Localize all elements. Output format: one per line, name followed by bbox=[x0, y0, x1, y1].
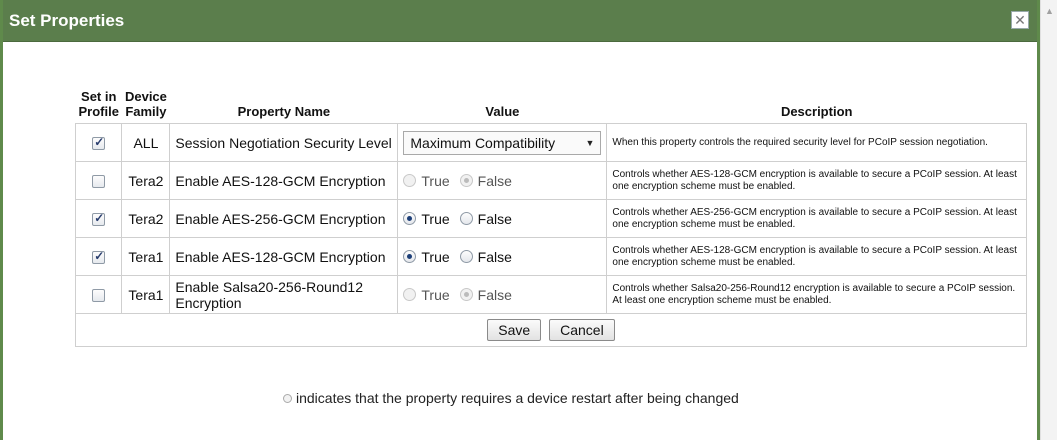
restart-indicator-icon bbox=[283, 393, 292, 403]
set-in-profile-cell bbox=[74, 237, 123, 276]
set-in-profile-checkbox[interactable] bbox=[92, 289, 106, 303]
set-in-profile-cell bbox=[74, 161, 123, 200]
save-button[interactable]: Save bbox=[487, 319, 542, 341]
property-name-cell: Enable AES-128-GCM Encryption bbox=[169, 237, 399, 276]
scroll-up-arrow-icon[interactable]: ▲ bbox=[1045, 6, 1054, 16]
value-cell: True False bbox=[397, 161, 608, 200]
header-set-in-profile-line1: Set in bbox=[81, 89, 117, 104]
footnote-text: indicates that the property requires a d… bbox=[296, 390, 739, 406]
description-cell: Controls whether Salsa20-256-Round12 enc… bbox=[606, 275, 1027, 314]
device-family-cell: Tera2 bbox=[121, 199, 171, 238]
header-property-name: Property Name bbox=[237, 104, 331, 119]
table-row: ALLSession Negotiation Security LevelMax… bbox=[74, 123, 1027, 162]
radio-true[interactable]: True bbox=[403, 286, 450, 303]
radio-true[interactable]: True bbox=[403, 248, 450, 265]
close-icon[interactable]: ✕ bbox=[1011, 11, 1029, 29]
radio-true[interactable]: True bbox=[403, 172, 450, 189]
radio-false-label: False bbox=[477, 210, 512, 227]
true-false-radio-group: True False bbox=[403, 173, 601, 189]
true-false-radio-group: True False bbox=[403, 249, 601, 265]
device-family-cell: Tera1 bbox=[121, 275, 171, 314]
radio-true-label: True bbox=[421, 286, 450, 303]
property-name-cell: Session Negotiation Security Level bbox=[169, 123, 399, 162]
set-in-profile-cell bbox=[74, 123, 123, 162]
true-false-radio-group: True False bbox=[403, 211, 601, 227]
table-row: Tera1 Enable Salsa20-256-Round12 Encrypti… bbox=[74, 275, 1027, 314]
dialog-title: Set Properties bbox=[9, 11, 125, 30]
set-in-profile-checkbox[interactable] bbox=[92, 249, 106, 265]
radio-false[interactable]: False bbox=[459, 286, 512, 303]
device-family-cell: Tera1 bbox=[121, 237, 171, 276]
radio-true-button[interactable] bbox=[403, 288, 417, 301]
radio-false-button[interactable] bbox=[459, 174, 473, 187]
property-name-cell: Enable AES-128-GCM Encryption bbox=[169, 161, 399, 200]
radio-false-label: False bbox=[477, 286, 512, 303]
true-false-radio-group: True False bbox=[403, 287, 601, 303]
set-properties-dialog: Set Properties ✕ Set in Profile Device F… bbox=[0, 0, 1040, 440]
radio-true-button[interactable] bbox=[403, 174, 417, 187]
properties-table: Set in Profile Device Family Property Na… bbox=[74, 87, 1027, 347]
value-cell: True False bbox=[397, 199, 608, 238]
device-family-cell: Tera2 bbox=[121, 161, 171, 200]
cancel-button[interactable]: Cancel bbox=[549, 319, 615, 341]
radio-false-button[interactable] bbox=[459, 212, 473, 225]
radio-false[interactable]: False bbox=[459, 210, 512, 227]
table-row: Tera1Enable AES-128-GCM Encryption True Fa… bbox=[74, 237, 1027, 276]
dialog-titlebar: Set Properties ✕ bbox=[3, 0, 1037, 42]
description-cell: Controls whether AES-128-GCM encryption … bbox=[606, 161, 1027, 200]
header-set-in-profile: Set in Profile bbox=[76, 87, 122, 124]
radio-true-label: True bbox=[421, 248, 450, 265]
radio-true-label: True bbox=[421, 172, 450, 189]
chevron-down-icon: ▼ bbox=[585, 137, 595, 148]
header-set-in-profile-line2: Profile bbox=[78, 104, 119, 119]
value-cell: True False bbox=[397, 275, 608, 314]
description-cell: Controls whether AES-256-GCM encryption … bbox=[606, 199, 1027, 238]
set-in-profile-checkbox[interactable] bbox=[92, 135, 106, 151]
header-device-family: Device Family bbox=[122, 87, 170, 124]
header-device-family-line2: Family bbox=[125, 104, 167, 119]
radio-false-button[interactable] bbox=[459, 288, 473, 301]
radio-true-label: True bbox=[421, 210, 450, 227]
vertical-scrollbar[interactable]: ▲ bbox=[1040, 0, 1057, 440]
radio-true-button[interactable] bbox=[403, 250, 417, 263]
radio-false[interactable]: False bbox=[459, 172, 512, 189]
radio-true[interactable]: True bbox=[403, 210, 450, 227]
select-value: Maximum Compatibility bbox=[410, 134, 556, 151]
value-cell: Maximum Compatibility ▼ bbox=[397, 123, 608, 162]
actions-row: Save Cancel bbox=[75, 313, 1027, 347]
restart-footnote: indicates that the property requires a d… bbox=[283, 390, 739, 406]
header-value: Value bbox=[485, 104, 520, 119]
property-name-cell: Enable AES-256-GCM Encryption bbox=[169, 199, 399, 238]
set-in-profile-cell bbox=[74, 199, 123, 238]
description-cell: When this property controls the required… bbox=[606, 123, 1027, 162]
radio-false[interactable]: False bbox=[459, 248, 512, 265]
table-row: Tera2Enable AES-256-GCM Encryption True Fa… bbox=[74, 199, 1027, 238]
description-cell: Controls whether AES-128-GCM encryption … bbox=[606, 237, 1027, 276]
device-family-cell: ALL bbox=[121, 123, 171, 162]
set-in-profile-checkbox[interactable] bbox=[92, 175, 106, 189]
radio-false-label: False bbox=[477, 248, 512, 265]
radio-false-label: False bbox=[477, 172, 512, 189]
actions-cell: Save Cancel bbox=[75, 313, 1027, 347]
table-header-row: Set in Profile Device Family Property Na… bbox=[76, 87, 1027, 124]
radio-false-button[interactable] bbox=[459, 250, 473, 263]
header-description: Description bbox=[780, 104, 853, 119]
value-cell: True False bbox=[397, 237, 608, 276]
set-in-profile-cell bbox=[74, 275, 123, 314]
header-device-family-line1: Device bbox=[124, 89, 167, 104]
security-level-select[interactable]: Maximum Compatibility ▼ bbox=[403, 130, 602, 155]
property-name-cell: Enable Salsa20-256-Round12 Encryption bbox=[169, 275, 399, 314]
radio-true-button[interactable] bbox=[403, 212, 417, 225]
table-row: Tera2 Enable AES-128-GCM Encryption True Fa… bbox=[74, 161, 1027, 200]
set-in-profile-checkbox[interactable] bbox=[92, 211, 106, 227]
